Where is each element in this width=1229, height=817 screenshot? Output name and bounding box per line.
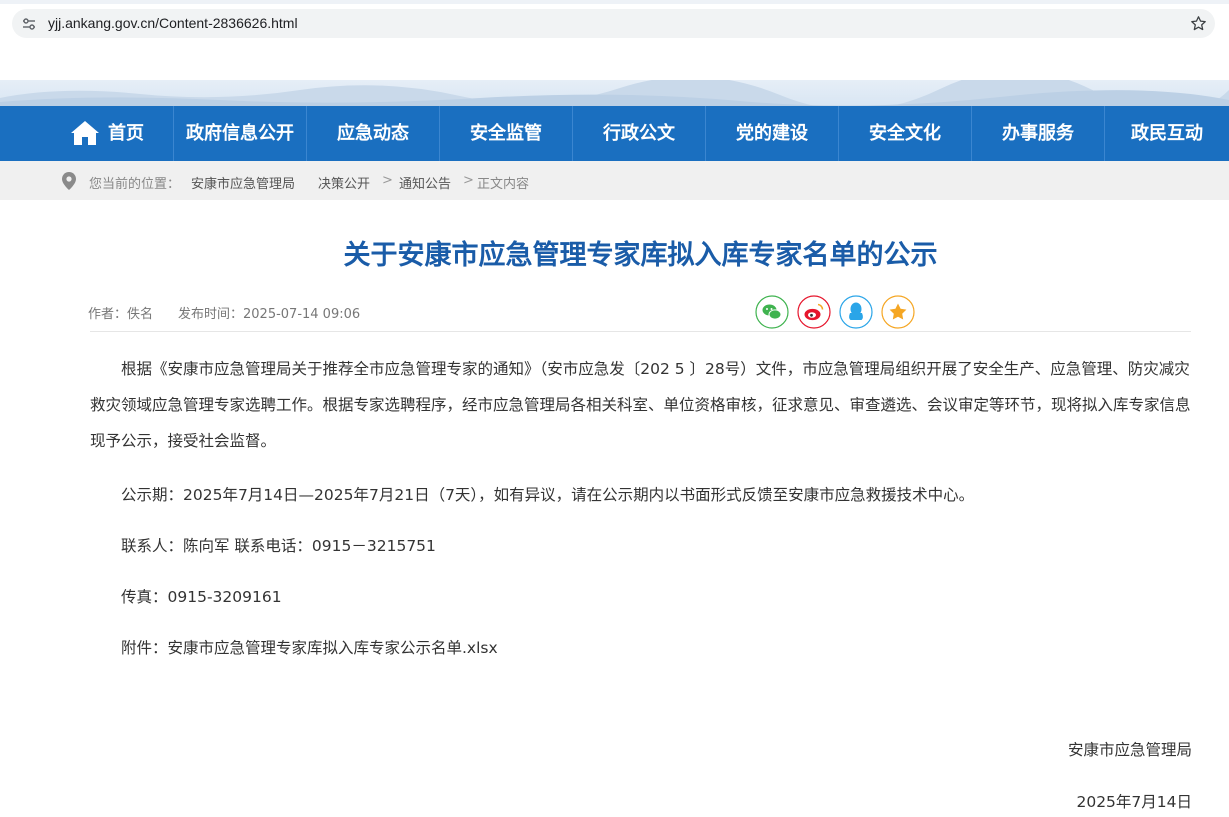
fax-text: 传真：0915-3209161 [121,588,282,606]
main-nav: 首页 政府信息公开 应急动态 安全监管 行政公文 党的建设 安全文化 办事服务 … [0,106,1229,161]
breadcrumb-item-current: 正文内容 [477,177,530,192]
signature-date: 2025年7月14日 [1076,793,1192,811]
wechat-icon[interactable] [755,295,789,329]
browser-toolbar: yjj.ankang.gov.cn/Content-2836626.html [0,0,1229,46]
nav-item-party-building[interactable]: 党的建设 [706,106,838,161]
article-paragraph: 根据《安康市应急管理局关于推荐全市应急管理专家的通知》（安市应急发〔202 5 … [90,360,1191,450]
star-icon[interactable] [1190,15,1207,32]
breadcrumb-separator: > [463,173,474,188]
header-banner [0,80,1229,106]
breadcrumb: 您当前的位置： 安康市应急管理局 决策公开 > 通知公告 > 正文内容 [0,161,1229,200]
tab-strip [0,0,1229,4]
location-pin-icon [62,172,76,190]
breadcrumb-item-decision[interactable]: 决策公开 [318,173,370,192]
url-text[interactable]: yjj.ankang.gov.cn/Content-2836626.html [48,15,298,31]
favorite-icon[interactable] [881,295,915,329]
nav-item-home[interactable]: 首页 [106,106,146,161]
nav-item-emergency-news[interactable]: 应急动态 [307,106,439,161]
article-author: 作者：佚名 [88,307,154,322]
nav-item-safety-supervision[interactable]: 安全监管 [440,106,572,161]
nav-item-safety-culture[interactable]: 安全文化 [839,106,971,161]
nav-item-interaction[interactable]: 政民互动 [1105,106,1229,161]
article-publish-time: 发布时间：2025-07-14 09:06 [178,307,361,322]
home-icon[interactable] [70,120,100,146]
breadcrumb-separator: > [382,173,393,188]
signature-org: 安康市应急管理局 [1067,741,1192,759]
weibo-icon[interactable] [797,295,831,329]
article-title: 关于安康市应急管理专家库拟入库专家名单的公示 [343,240,938,271]
divider [90,331,1191,332]
address-bar[interactable]: yjj.ankang.gov.cn/Content-2836626.html [12,9,1215,38]
nav-item-gov-info[interactable]: 政府信息公开 [174,106,306,161]
nav-item-services[interactable]: 办事服务 [972,106,1104,161]
qq-icon[interactable] [839,295,873,329]
breadcrumb-item-home[interactable]: 安康市应急管理局 [191,173,295,192]
breadcrumb-item-notices[interactable]: 通知公告 [399,173,451,192]
attachment-link[interactable]: 附件：安康市应急管理专家库拟入库专家公示名单.xlsx [121,636,498,658]
nav-item-admin-docs[interactable]: 行政公文 [573,106,705,161]
breadcrumb-prefix: 您当前的位置： [89,177,181,192]
site-settings-icon[interactable] [21,16,37,32]
contact-text: 联系人：陈向军 联系电话：0915－3215751 [121,537,436,555]
publicity-period-text: 公示期：2025年7月14日—2025年7月21日（7天），如有异议，请在公示期… [121,486,975,504]
